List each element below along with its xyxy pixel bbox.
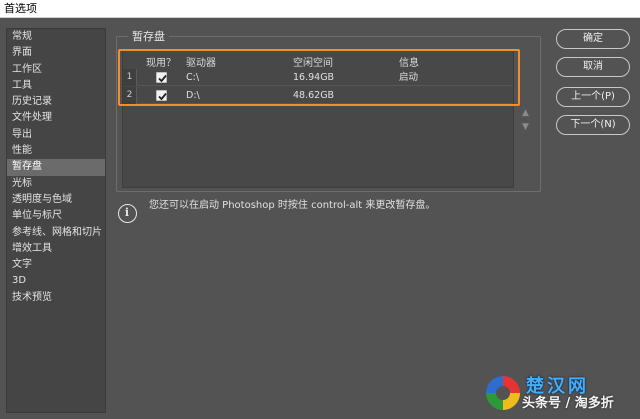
checkmark-icon [158,74,167,83]
drive-cell: D:\ [186,90,200,101]
free-space-cell: 48.62GB [293,90,335,101]
sidebar-item-history[interactable]: 历史记录 [7,94,105,110]
prev-button[interactable]: 上一个(P) [556,87,630,107]
ok-button[interactable]: 确定 [556,29,630,49]
sidebar-item-3d[interactable]: 3D [7,273,105,289]
move-down-arrow-icon[interactable]: ▼ [522,122,529,132]
sidebar-item-workspace[interactable]: 工作区 [7,62,105,78]
sidebar-item-transparency-gamut[interactable]: 透明度与色域 [7,192,105,208]
table-row[interactable]: 1 C:\ 16.94GB 启动 [123,69,513,86]
watermark-logo-icon [486,376,520,410]
sidebar-item-units-rulers[interactable]: 单位与标尺 [7,208,105,224]
watermark-caption: 头条号 / 淘多折 [522,396,614,411]
drive-cell: C:\ [186,72,200,83]
sidebar-item-interface[interactable]: 界面 [7,45,105,61]
move-up-arrow-icon[interactable]: ▲ [522,108,529,118]
checkmark-icon [158,92,167,101]
sidebar-item-tech-previews[interactable]: 技术预览 [7,290,105,306]
free-space-cell: 16.94GB [293,72,335,83]
sidebar-item-performance[interactable]: 性能 [7,143,105,159]
sidebar-item-file-handling[interactable]: 文件处理 [7,110,105,126]
sidebar-item-type[interactable]: 文字 [7,257,105,273]
window-title: 首选项 [0,0,640,18]
sidebar-item-scratch-disks[interactable]: 暂存盘 [7,159,105,176]
header-active: 现用？ [146,58,176,69]
scratch-disks-table: 现用？ 驱动器 空闲空间 信息 1 C:\ 16.94GB 启动 2 D:\ 4… [122,50,514,188]
active-checkbox[interactable] [156,90,167,101]
table-row[interactable]: 2 D:\ 48.62GB [123,87,513,104]
sidebar-item-export[interactable]: 导出 [7,127,105,143]
scratch-disks-title: 暂存盘 [128,28,169,44]
sidebar-item-plugins[interactable]: 增效工具 [7,241,105,257]
sidebar-item-cursors[interactable]: 光标 [7,176,105,192]
row-number: 1 [123,69,137,86]
sidebar-item-general[interactable]: 常规 [7,29,105,45]
active-checkbox[interactable] [156,72,167,83]
row-number: 2 [123,87,137,104]
scratch-disk-note: 您还可以在启动 Photoshop 时按住 control-alt 来更改暂存盘… [149,200,436,211]
cancel-button[interactable]: 取消 [556,57,630,77]
preferences-sidebar: 常规 界面 工作区 工具 历史记录 文件处理 导出 性能 暂存盘 光标 透明度与… [6,28,106,413]
header-drive: 驱动器 [186,58,216,69]
next-button[interactable]: 下一个(N) [556,115,630,135]
header-free-space: 空闲空间 [293,58,333,69]
info-cell: 启动 [399,72,419,83]
watermark: 楚汉网 头条号 / 淘多折 [478,372,640,419]
header-info: 信息 [399,58,419,69]
sidebar-item-guides-grid-slices[interactable]: 参考线、网格和切片 [7,225,105,241]
info-icon: i [118,204,137,223]
sidebar-item-tools[interactable]: 工具 [7,78,105,94]
table-header: 现用？ 驱动器 空闲空间 信息 [123,51,513,69]
